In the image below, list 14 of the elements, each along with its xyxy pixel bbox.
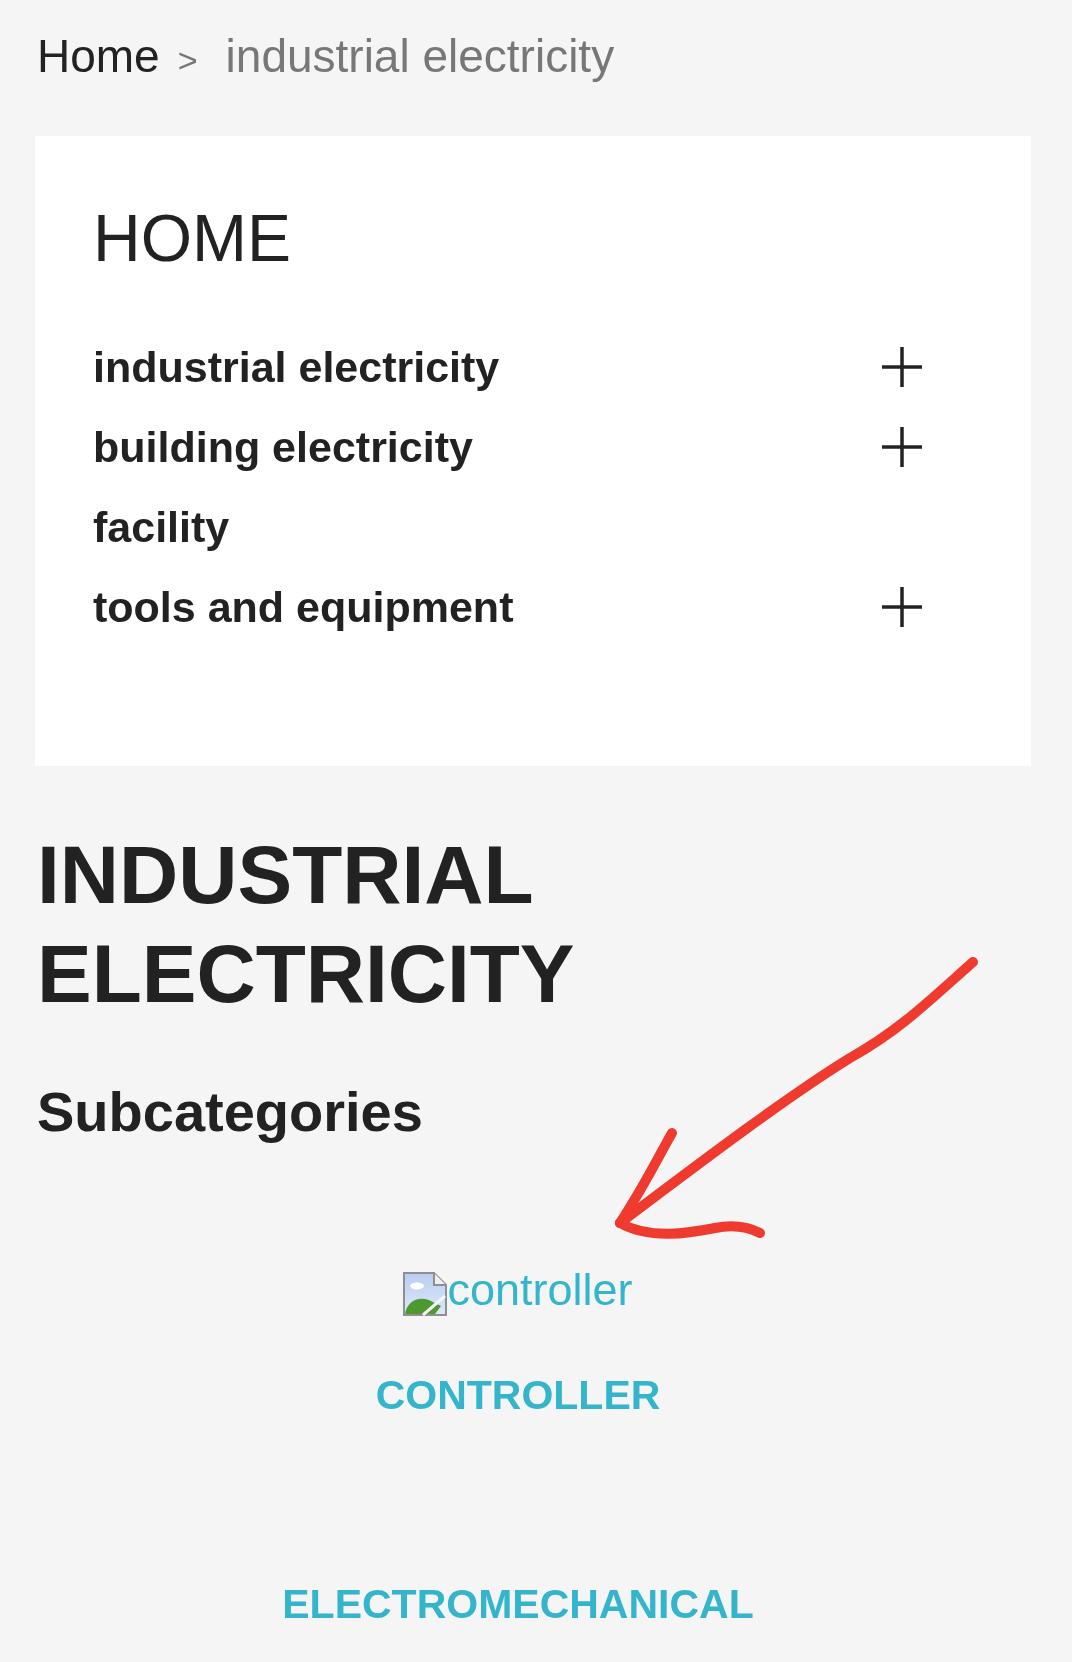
page-title: INDUSTRIAL ELECTRICITY	[37, 828, 576, 1021]
plus-icon[interactable]	[882, 347, 922, 387]
plus-icon[interactable]	[882, 427, 922, 467]
menu-item-link[interactable]: industrial electricity	[93, 327, 500, 407]
broken-image-icon	[403, 1272, 448, 1316]
breadcrumb-separator: >	[177, 40, 198, 81]
plus-icon[interactable]	[882, 587, 922, 627]
subcategories-heading: Subcategories	[37, 1080, 423, 1144]
menu-item-link[interactable]: facility	[93, 487, 230, 567]
menu-item-link[interactable]: tools and equipment	[93, 567, 514, 647]
menu-item-link[interactable]: building electricity	[93, 407, 473, 487]
menu-title: HOME	[93, 200, 291, 277]
breadcrumb-link[interactable]: Home	[37, 28, 160, 84]
breadcrumb-current: industrial electricity	[225, 29, 615, 84]
